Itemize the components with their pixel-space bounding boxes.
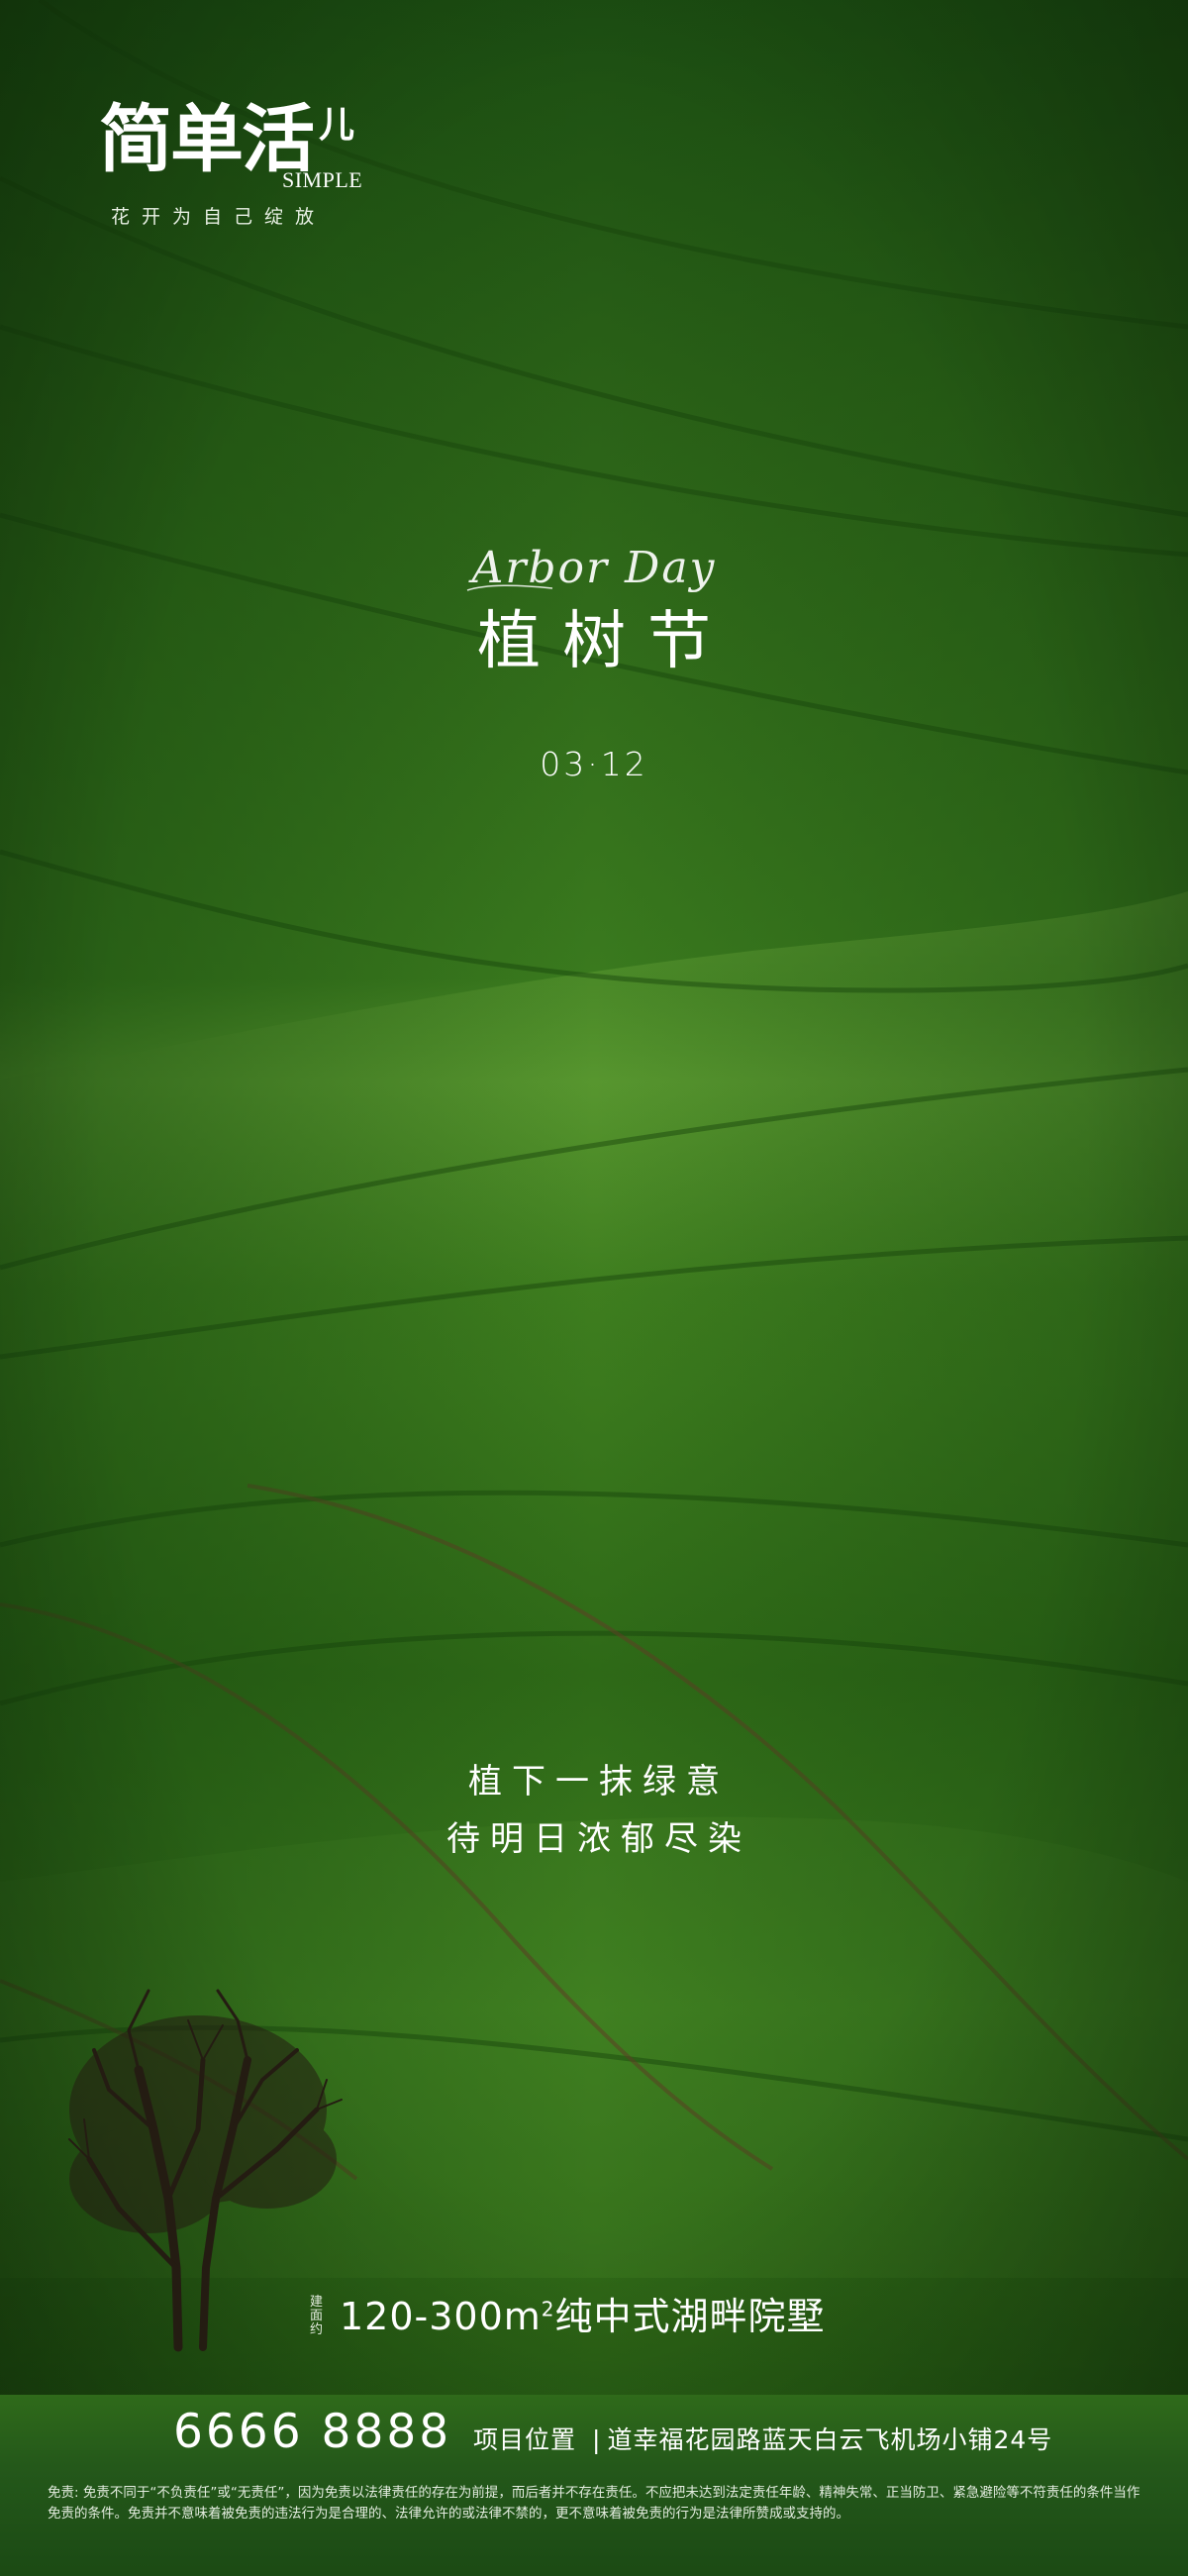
address-text: 道幸福花园路蓝天白云飞机场小铺24号 (607, 2425, 1053, 2454)
green-field-background (0, 0, 1188, 2576)
brand-title: 简单活 (99, 97, 315, 182)
brand-logo: 简单活 儿 SIMPLE 花开为自己绽放 (99, 103, 416, 232)
offer-tag: 建面约 (310, 2295, 324, 2337)
offer-area-unit-exponent: 2 (541, 2297, 555, 2321)
disclaimer-text: 免责: 免责不同于“不负责任”或“无责任”，因为免责以法律责任的存在为前提，而后… (48, 2485, 1140, 2522)
brand-english: SIMPLE (282, 167, 363, 192)
address-separator: | (592, 2425, 602, 2454)
arbor-day-poster: 简单活 儿 SIMPLE 花开为自己绽放 Arbor Day 植树节 03·12… (0, 0, 1188, 2576)
swash-flourish (466, 584, 553, 591)
poem-line-1: 植下一抹绿意 (468, 1762, 730, 1802)
hotline-number: 6666 8888 (173, 2405, 452, 2459)
festival-date: 03·12 (540, 745, 648, 783)
offer-area: 120-300m (340, 2295, 542, 2338)
offer-text: 120-300m2纯中式湖畔院墅 (340, 2286, 826, 2340)
project-address: 项目位置 | 道幸福花园路蓝天白云飞机场小铺24号 (473, 2421, 1052, 2456)
address-label: 项目位置 (473, 2425, 577, 2454)
festival-title: 植树节 (477, 605, 733, 678)
poem-line-2: 待明日浓郁尽染 (446, 1819, 751, 1859)
poem: 植下一抹绿意 待明日浓郁尽染 (0, 1753, 1188, 1868)
brand-title-suffix: 儿 (319, 104, 355, 146)
offer-description: 纯中式湖畔院墅 (554, 2295, 826, 2338)
brand-slogan: 花开为自己绽放 (111, 206, 327, 228)
festival-english-title: Arbor Day (471, 543, 717, 593)
